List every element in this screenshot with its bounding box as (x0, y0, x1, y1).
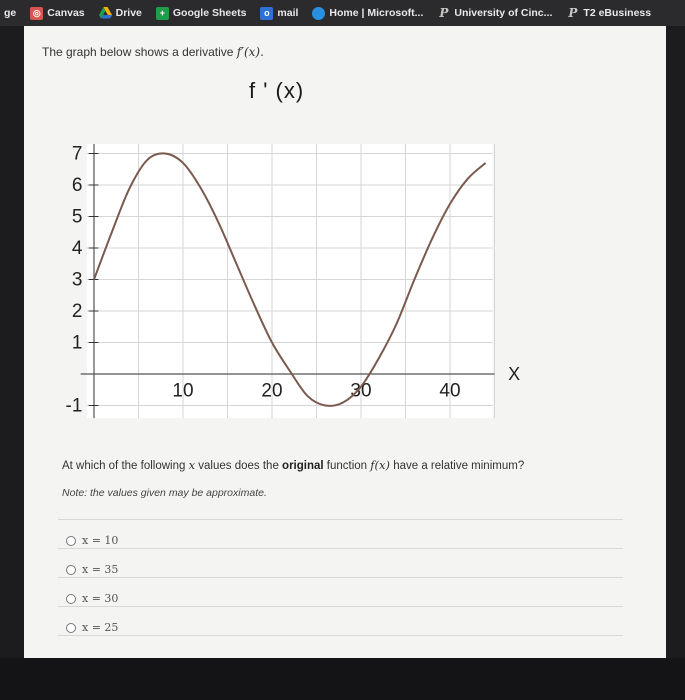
bookmark-microsoft-label: Home | Microsoft... (329, 7, 424, 19)
prompt-var: x (188, 458, 196, 472)
prompt-part2: values does the (198, 460, 279, 472)
p-icon-2: P (568, 6, 578, 20)
bookmark-university-label: University of Cinc... (454, 7, 553, 19)
divider (58, 606, 623, 607)
option-label: x = 25 (82, 621, 119, 634)
bookmark-google-sheets[interactable]: + Google Sheets (155, 6, 247, 20)
bookmark-mail-label: mail (277, 7, 299, 19)
option-x-25[interactable]: x = 25 (66, 613, 118, 642)
radio-button[interactable] (66, 535, 76, 546)
y-tick-label: 4 (72, 238, 83, 259)
y-tick-label: 1 (72, 333, 83, 354)
y-tick-label: 3 (72, 270, 83, 291)
bookmark-microsoft[interactable]: Home | Microsoft... (312, 6, 424, 20)
prompt-part4: have a relative minimum? (393, 460, 525, 472)
divider (58, 577, 623, 578)
x-tick-label: 30 (350, 381, 371, 402)
divider (58, 635, 623, 636)
canvas-icon: ◎ (30, 6, 44, 20)
bookmark-partial[interactable]: ge (4, 7, 16, 19)
bookmark-mail[interactable]: o mail (260, 6, 299, 20)
bookmarks-bar: ge ◎ Canvas Drive + Google Sheets o mail… (0, 0, 685, 26)
radio-button[interactable] (66, 593, 76, 604)
bookmark-sheets-label: Google Sheets (172, 7, 247, 19)
x-axis-label: X (508, 364, 520, 384)
question-note: Note: the values given may be approximat… (62, 487, 267, 499)
p-icon: P (439, 6, 449, 20)
bookmark-canvas-label: Canvas (47, 7, 85, 19)
bookmark-t2[interactable]: P T2 eBusiness (566, 6, 652, 20)
sheets-icon: + (155, 6, 169, 20)
bottom-bar (0, 658, 685, 700)
bookmark-canvas[interactable]: ◎ Canvas (30, 6, 85, 20)
option-x-10[interactable]: x = 10 (66, 526, 118, 555)
option-x-30[interactable]: x = 30 (66, 584, 118, 613)
x-tick-label: 20 (261, 381, 282, 402)
prompt-part3: function (326, 460, 368, 472)
prompt-part1: At which of the following (62, 460, 186, 472)
option-x-35[interactable]: x = 35 (66, 555, 118, 584)
answer-options: x = 10 x = 35 x = 30 x = 25 (66, 526, 118, 642)
option-label: x = 30 (82, 592, 119, 605)
divider (58, 519, 623, 520)
derivative-graph: 7 6 5 4 3 2 1 -1 10 20 30 40 X (66, 144, 520, 419)
bookmark-drive[interactable]: Drive (98, 7, 142, 20)
radio-button[interactable] (66, 622, 76, 633)
y-tick-label: 6 (72, 175, 83, 196)
mail-icon: o (260, 6, 274, 20)
bookmark-drive-label: Drive (115, 7, 142, 19)
bookmark-partial-label: ge (4, 7, 17, 19)
drive-icon (98, 7, 112, 20)
edge-icon (312, 6, 326, 20)
prompt-bold: original (282, 460, 324, 472)
question-prompt: At which of the following x values does … (62, 458, 524, 472)
y-tick-label: 5 (72, 207, 83, 228)
option-label: x = 35 (82, 563, 119, 576)
divider (58, 548, 623, 549)
bookmark-university[interactable]: P University of Cinc... (437, 6, 553, 20)
y-tick-label: 7 (72, 144, 83, 165)
y-tick-label: 2 (72, 301, 83, 322)
bookmark-t2-label: T2 eBusiness (583, 7, 652, 19)
prompt-func: f(x) (370, 458, 390, 472)
option-label: x = 10 (82, 534, 119, 547)
x-tick-label: 40 (439, 381, 460, 402)
radio-button[interactable] (66, 564, 76, 575)
x-tick-label: 10 (172, 381, 193, 402)
question-panel: The graph below shows a derivative f′(x)… (24, 26, 666, 658)
y-tick-label: -1 (66, 396, 83, 417)
